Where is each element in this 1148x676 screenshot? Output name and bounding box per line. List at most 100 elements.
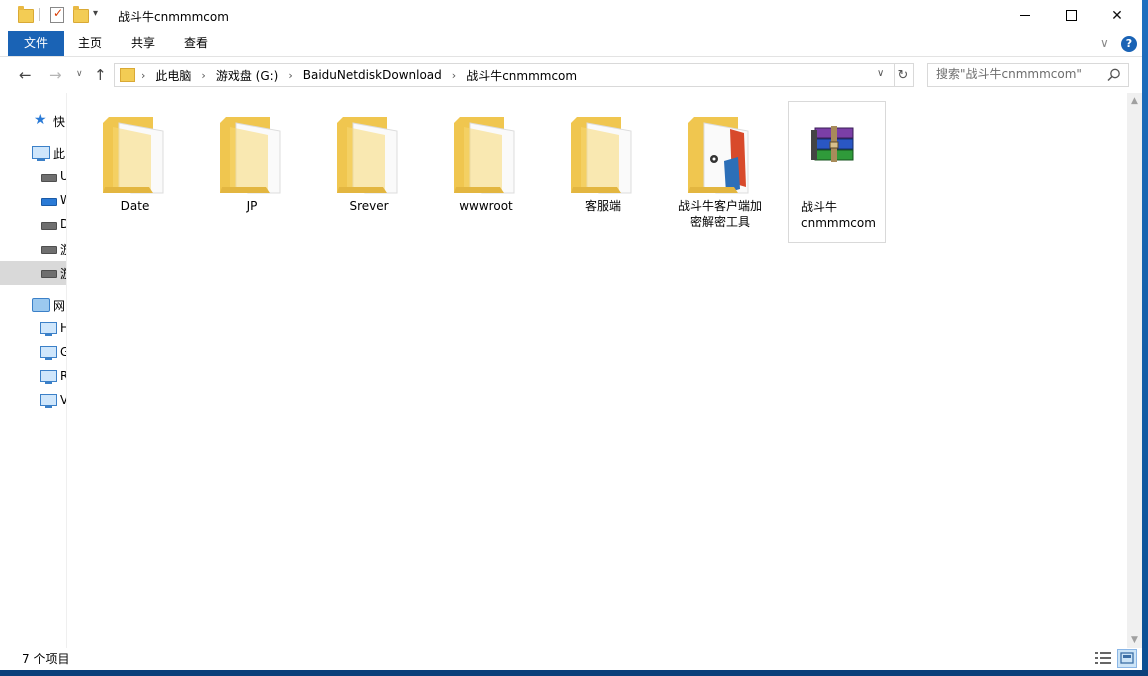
vertical-scrollbar[interactable]: ▲ ▼ xyxy=(1127,93,1142,648)
refresh-button[interactable]: ↻ xyxy=(893,63,914,87)
folder-app-icon xyxy=(688,117,749,194)
folder-icon xyxy=(103,117,164,194)
nav-item-drive-f[interactable]: 游 xyxy=(0,237,66,261)
chevron-right-icon[interactable]: › xyxy=(201,69,205,82)
nav-item-label: 游 xyxy=(60,265,66,282)
file-item[interactable]: Date xyxy=(87,101,183,241)
nav-item-label: 快 xyxy=(53,115,66,129)
nav-item-network-pc-h[interactable]: H xyxy=(0,317,66,341)
chevron-right-icon[interactable]: › xyxy=(452,69,456,82)
nav-item-drive-u[interactable]: U xyxy=(0,165,66,189)
close-button[interactable]: ✕ xyxy=(1094,0,1140,31)
nav-item-drive-w[interactable]: W xyxy=(0,189,66,213)
window-title: 战斗牛cnmmmcom xyxy=(118,10,229,24)
large-icons-view-icon[interactable] xyxy=(1117,649,1137,668)
scroll-up-icon[interactable]: ▲ xyxy=(1127,93,1142,109)
ribbon-tabs: 文件 主页 共享 查看 ∨ ? xyxy=(0,31,1142,57)
properties-icon[interactable]: ✓ xyxy=(50,6,64,23)
address-bar[interactable]: › 此电脑 › 游戏盘 (G:) › BaiduNetdiskDownload … xyxy=(114,63,895,87)
file-name-line1: 战斗牛 xyxy=(801,200,838,214)
chevron-down-icon[interactable]: ∨ xyxy=(877,68,884,79)
nav-item-quick-access[interactable]: ★ 快 xyxy=(0,109,66,133)
nav-item-label: 游 xyxy=(60,241,66,258)
tab-home[interactable]: 主页 xyxy=(68,31,112,56)
folder-icon xyxy=(120,68,135,82)
folder-icon xyxy=(571,117,632,194)
rar-archive-icon xyxy=(811,126,854,162)
expand-ribbon-icon[interactable]: ∨ xyxy=(1100,36,1109,50)
network-pc-icon xyxy=(40,394,57,408)
help-icon[interactable]: ? xyxy=(1121,36,1137,52)
folder-icon[interactable] xyxy=(18,6,34,23)
nav-item-label: V xyxy=(60,393,66,407)
chevron-right-icon[interactable]: › xyxy=(288,69,292,82)
tab-file[interactable]: 文件 xyxy=(8,31,64,56)
forward-button[interactable]: → xyxy=(49,66,62,84)
network-drive-icon xyxy=(41,198,57,206)
breadcrumb-this-pc[interactable]: 此电脑 xyxy=(155,67,191,84)
nav-item-label: 此 xyxy=(53,147,66,161)
nav-item-this-pc[interactable]: 此 xyxy=(0,141,66,165)
desktop-background xyxy=(1142,0,1148,676)
nav-item-label: D xyxy=(60,217,66,231)
file-name-line2: cnmmmcom xyxy=(801,216,876,230)
nav-item-network[interactable]: 网 xyxy=(0,293,66,317)
file-name: Srever xyxy=(349,199,389,213)
nav-item-network-pc-r[interactable]: R xyxy=(0,365,66,389)
file-item[interactable]: 客服端 xyxy=(555,101,651,241)
nav-item-drive-g[interactable]: 游 xyxy=(0,261,66,285)
status-bar: 7 个项目 xyxy=(0,648,1142,670)
up-button[interactable]: ↑ xyxy=(94,66,107,84)
recent-locations-icon[interactable]: ∨ xyxy=(76,69,83,79)
file-item[interactable]: 战斗牛客户端加 密解密工具 xyxy=(672,101,768,241)
scroll-down-icon[interactable]: ▼ xyxy=(1127,632,1142,648)
drive-icon xyxy=(41,270,57,278)
drive-icon xyxy=(41,222,57,230)
nav-item-label: G xyxy=(60,345,66,359)
taskbar-edge xyxy=(0,670,1148,676)
nav-item-network-pc-v[interactable]: V xyxy=(0,389,66,413)
search-input[interactable] xyxy=(928,64,1106,84)
refresh-icon: ↻ xyxy=(897,67,909,83)
customize-quick-access-icon[interactable]: ▾ xyxy=(93,8,98,19)
nav-item-label: U xyxy=(60,169,66,183)
navigation-pane: ★ 快 此 U W D 游 游 网 xyxy=(0,93,67,648)
network-pc-icon xyxy=(40,322,57,336)
chevron-right-icon[interactable]: › xyxy=(141,69,145,82)
title-bar: ✓ ▾ 战斗牛cnmmmcom ✕ xyxy=(0,0,1142,31)
breadcrumb-download[interactable]: BaiduNetdiskDownload xyxy=(303,68,442,82)
search-icon[interactable] xyxy=(1106,67,1122,83)
file-item[interactable]: Srever xyxy=(321,101,417,241)
maximize-icon xyxy=(1065,10,1077,21)
nav-item-label: W xyxy=(60,193,66,207)
minimize-icon xyxy=(1020,15,1030,16)
nav-item-network-pc-g[interactable]: G xyxy=(0,341,66,365)
star-icon: ★ xyxy=(34,112,47,128)
file-item[interactable]: JP xyxy=(204,101,300,241)
tab-share[interactable]: 共享 xyxy=(120,31,166,56)
navigation-bar: ← → ∨ ↑ › 此电脑 › 游戏盘 (G:) › BaiduNetdiskD… xyxy=(0,57,1142,93)
back-button[interactable]: ← xyxy=(19,66,32,84)
file-list[interactable]: Date JP Srever wwwroot 客服端 战斗牛客户端加 密解密工具… xyxy=(67,93,1127,648)
explorer-window: ✓ ▾ 战斗牛cnmmmcom ✕ 文件 主页 共享 查看 ∨ ? ← → ∨ … xyxy=(0,0,1142,670)
breadcrumb: › 此电脑 › 游戏盘 (G:) › BaiduNetdiskDownload … xyxy=(141,64,577,86)
file-item[interactable]: wwwroot xyxy=(438,101,534,241)
file-name-line1: 战斗牛客户端加 xyxy=(677,199,762,213)
network-pc-icon xyxy=(40,346,57,360)
tab-view[interactable]: 查看 xyxy=(173,31,219,56)
folder-icon xyxy=(220,117,281,194)
maximize-button[interactable] xyxy=(1048,0,1094,31)
details-view-icon[interactable] xyxy=(1094,650,1112,666)
new-folder-icon[interactable] xyxy=(73,6,89,23)
drive-icon xyxy=(41,246,57,254)
file-item-selected[interactable]: 战斗牛 cnmmmcom xyxy=(788,101,886,243)
item-count: 7 个项目 xyxy=(22,652,70,666)
folder-icon xyxy=(454,117,515,194)
breadcrumb-current[interactable]: 战斗牛cnmmmcom xyxy=(466,67,577,84)
breadcrumb-drive[interactable]: 游戏盘 (G:) xyxy=(216,67,279,84)
file-name: wwwroot xyxy=(459,199,513,213)
search-box[interactable] xyxy=(927,63,1129,87)
file-name: JP xyxy=(246,199,258,213)
minimize-button[interactable] xyxy=(1002,0,1048,31)
nav-item-drive-d[interactable]: D xyxy=(0,213,66,237)
